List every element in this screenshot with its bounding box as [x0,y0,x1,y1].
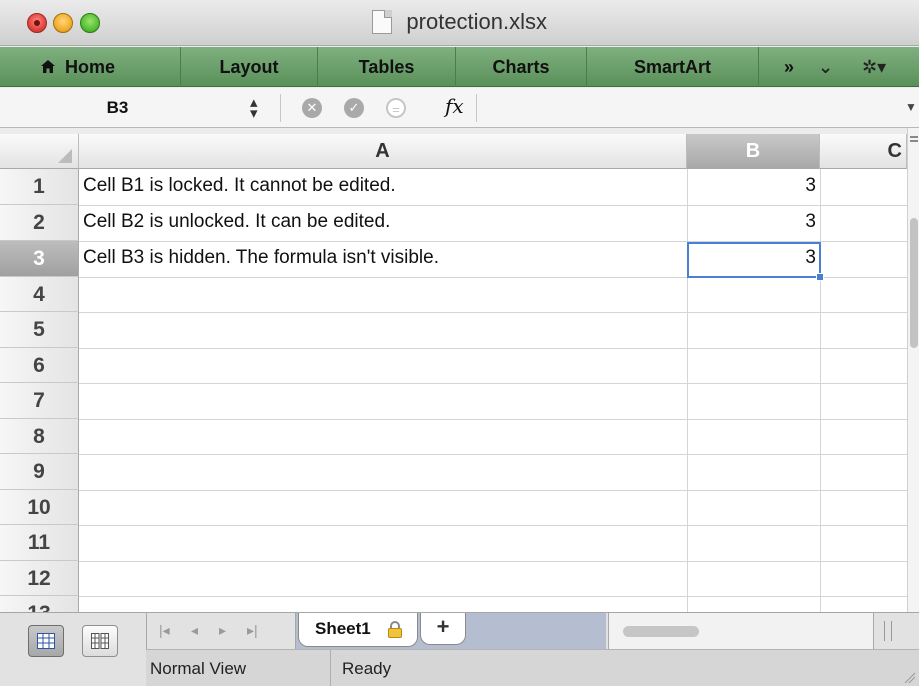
insert-formula-icon[interactable]: = [386,98,406,118]
tab-home-label: Home [65,57,116,77]
gridline [79,490,907,491]
confirm-entry-icon[interactable]: ✓ [344,98,364,118]
ribbon-settings-button[interactable]: ✲▾ [862,47,886,87]
window-title: protection.xlsx [406,9,548,34]
column-header-a[interactable]: A [79,134,687,169]
gridline [79,205,907,206]
tab-charts[interactable]: Charts [456,47,587,87]
vertical-scroll-thumb[interactable] [910,218,918,348]
horizontal-scroll-thumb[interactable] [623,626,699,637]
tab-layout[interactable]: Layout [181,47,318,87]
last-sheet-icon[interactable]: ▸| [247,622,258,639]
collapse-ribbon-button[interactable]: ⌄ [818,47,833,87]
vertical-scrollbar[interactable] [907,128,919,620]
fill-handle[interactable] [816,273,824,281]
column-header-b[interactable]: B [687,134,820,169]
gridline [79,312,907,313]
row-header-11[interactable]: 11 [0,525,79,561]
add-sheet-button[interactable]: + [420,613,466,645]
chevron-down-icon: ⌄ [818,57,834,77]
cell-b1[interactable]: 3 [690,175,816,197]
grid-view-icon [37,633,55,649]
sheet-tab-sheet1[interactable]: Sheet1 [298,613,418,647]
gridline [79,383,907,384]
more-tabs-icon: » [783,57,794,77]
function-icon[interactable]: fx [445,94,464,118]
gridline [79,348,907,349]
lock-icon [388,621,402,638]
title-bar: protection.xlsx [0,0,919,46]
gridline [687,169,688,612]
cell-selection-box [687,242,821,278]
document-icon [371,10,392,34]
row-header-1[interactable]: 1 [0,169,79,205]
formula-expand-icon[interactable]: ▼ [905,100,917,114]
gridline [79,561,907,562]
row-header-13[interactable]: 13 [0,596,79,612]
horizontal-scrollbar[interactable] [608,613,874,649]
select-all-corner[interactable] [0,134,79,169]
page-layout-icon [91,633,109,649]
gridline [820,169,821,612]
status-ready: Ready [342,659,392,678]
tab-layout-label: Layout [219,57,279,77]
next-sheet-icon[interactable]: ▸ [219,622,226,639]
cell-a2[interactable]: Cell B2 is unlocked. It can be edited. [83,211,390,233]
cell-a3[interactable]: Cell B3 is hidden. The formula isn't vis… [83,247,439,269]
row-header-3[interactable]: 3 [0,241,79,277]
tab-smartart-label: SmartArt [633,57,712,77]
more-tabs-button[interactable]: » [759,47,819,87]
excel-window: protection.xlsx Home Layout Tables Chart… [0,0,919,686]
formula-divider [280,94,281,122]
row-header-5[interactable]: 5 [0,312,79,348]
column-header-c[interactable]: C [820,134,907,169]
gridline [79,525,907,526]
tab-smartart[interactable]: SmartArt [587,47,759,87]
name-box[interactable]: B3 [0,94,235,122]
row-header-8[interactable]: 8 [0,419,79,454]
home-icon [41,60,55,73]
normal-view-button[interactable] [28,625,64,657]
sheet-tab-label: Sheet1 [315,619,371,638]
split-bar-handle[interactable] [884,621,892,641]
name-box-stepper-icon[interactable]: ▴ ▾ [250,95,258,121]
formula-bar: B3 ▴ ▾ ✕ ✓ = fx ▼ [0,88,919,128]
previous-sheet-icon[interactable]: ◂ [191,622,198,639]
resize-grip-icon[interactable] [903,671,915,683]
row-header-10[interactable]: 10 [0,490,79,525]
gridline [79,596,907,597]
row-header-7[interactable]: 7 [0,383,79,419]
bottom-bar: |◂ ◂ ▸ ▸| Sheet1 + Normal View Ready [0,612,919,686]
row-header-12[interactable]: 12 [0,561,79,596]
split-handle-icon[interactable] [910,136,918,138]
cell-a1[interactable]: Cell B1 is locked. It cannot be edited. [83,175,396,197]
row-header-6[interactable]: 6 [0,348,79,383]
row-header-9[interactable]: 9 [0,454,79,490]
cell-b2[interactable]: 3 [690,211,816,233]
gear-icon: ✲▾ [862,57,887,77]
tab-tables[interactable]: Tables [318,47,456,87]
formula-input[interactable] [477,88,897,128]
cancel-entry-icon[interactable]: ✕ [302,98,322,118]
tab-home[interactable]: Home [35,47,181,87]
page-layout-view-button[interactable] [82,625,118,657]
row-header-2[interactable]: 2 [0,205,79,241]
gridline [79,419,907,420]
sheet-navigation: |◂ ◂ ▸ ▸| [146,613,296,649]
title-area: protection.xlsx [0,9,919,35]
ribbon-tabs: Home Layout Tables Charts SmartArt » ⌄ ✲… [0,47,919,87]
tab-tables-label: Tables [358,57,415,77]
first-sheet-icon[interactable]: |◂ [159,622,170,639]
gridline [79,454,907,455]
tab-charts-label: Charts [492,57,550,77]
spreadsheet-grid: A B C 1 2 3 4 5 6 7 8 9 10 11 12 13 Cell… [0,134,907,612]
status-view-mode: Normal View [150,659,247,678]
row-header-4[interactable]: 4 [0,277,79,312]
status-bar: Normal View Ready [146,649,919,686]
status-divider [330,650,331,686]
